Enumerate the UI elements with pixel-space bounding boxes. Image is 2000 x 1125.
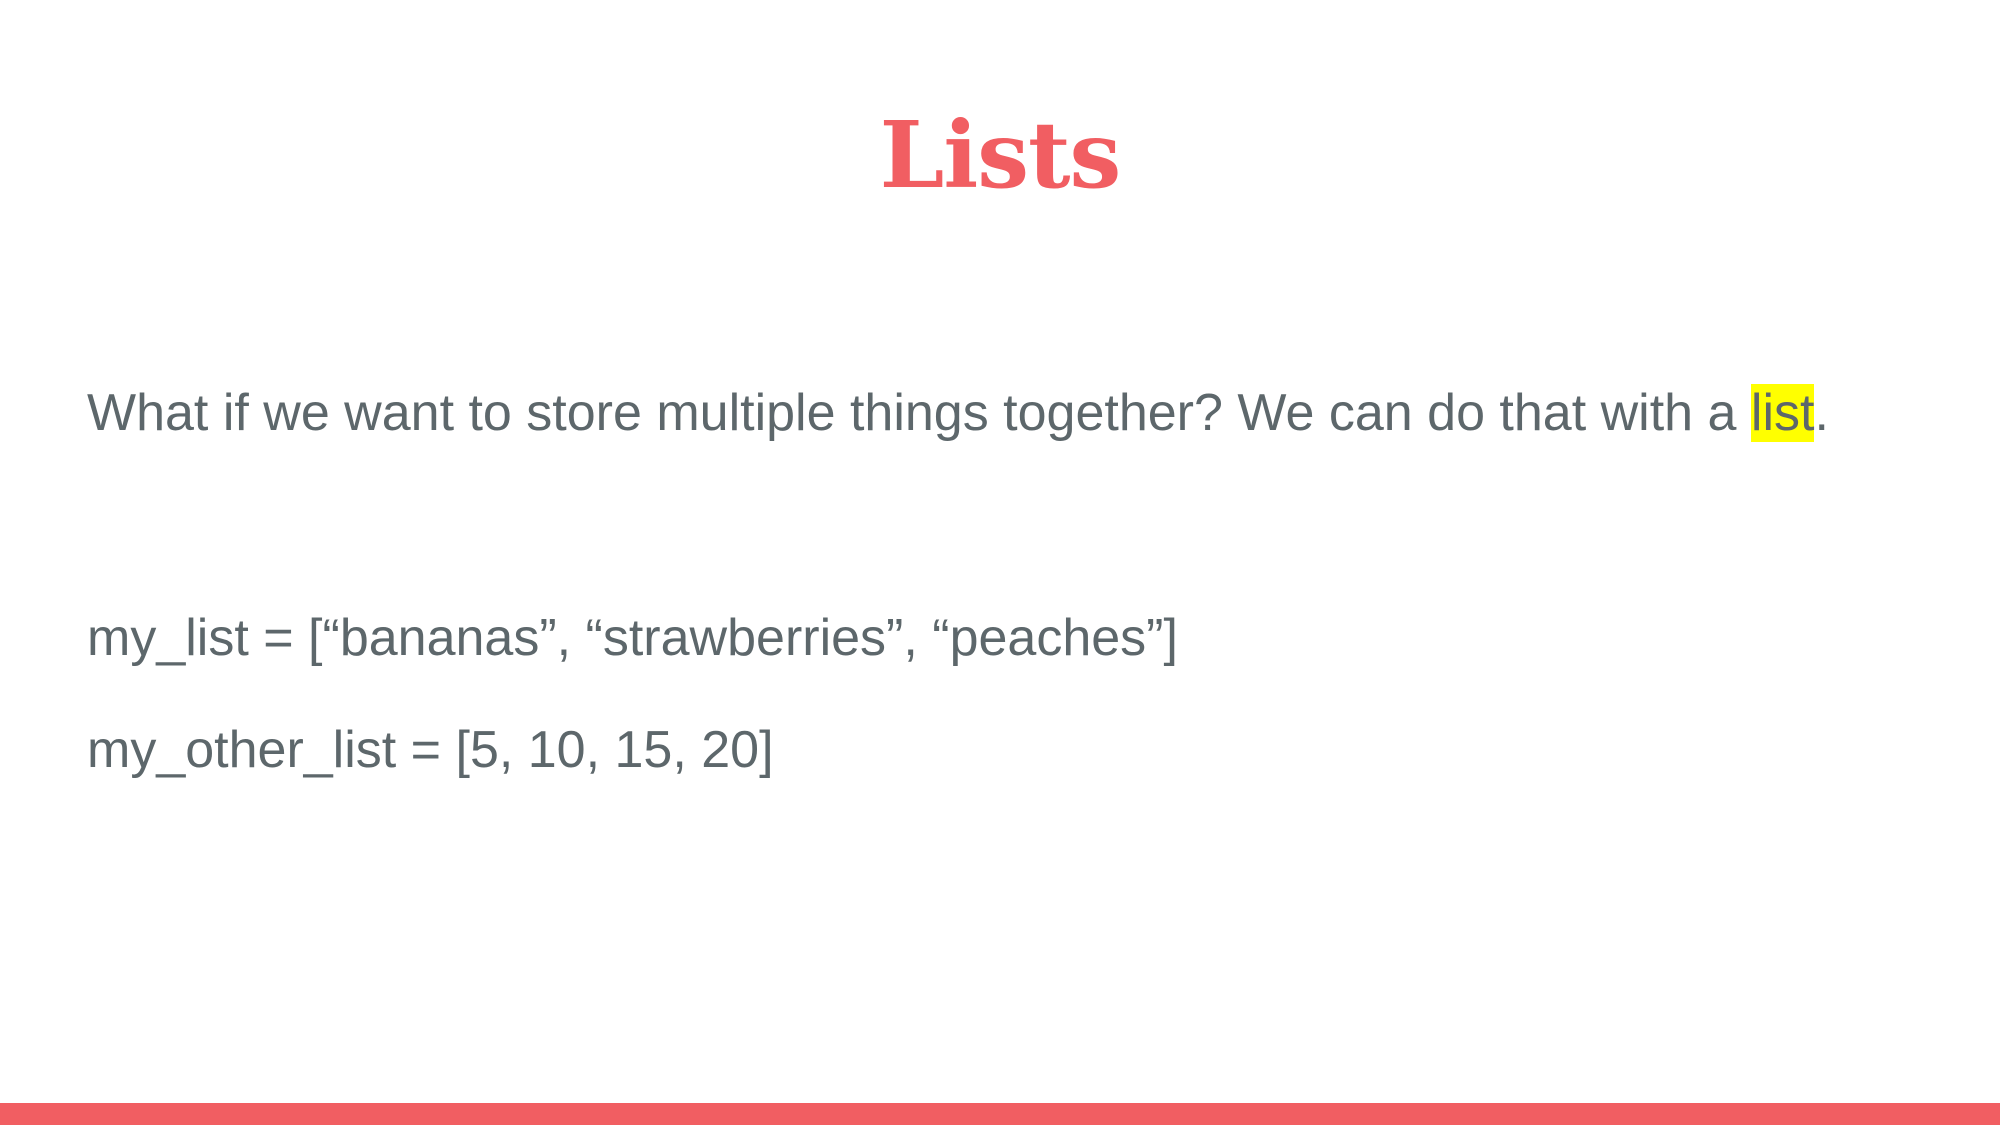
slide-title: Lists [879, 101, 1122, 209]
intro-paragraph: What if we want to store multiple things… [87, 378, 1829, 448]
slide: Lists What if we want to store multiple … [0, 0, 2000, 1125]
highlighted-term: list [1750, 384, 1815, 442]
intro-text: What if we want to store multiple things… [87, 384, 1751, 442]
intro-period: . [1814, 384, 1829, 442]
code-line-my-list: my_list = [“bananas”, “strawberries”, “p… [87, 609, 1178, 667]
bottom-accent-bar [0, 1103, 2000, 1125]
code-line-my-other-list: my_other_list = [5, 10, 15, 20] [87, 721, 774, 779]
